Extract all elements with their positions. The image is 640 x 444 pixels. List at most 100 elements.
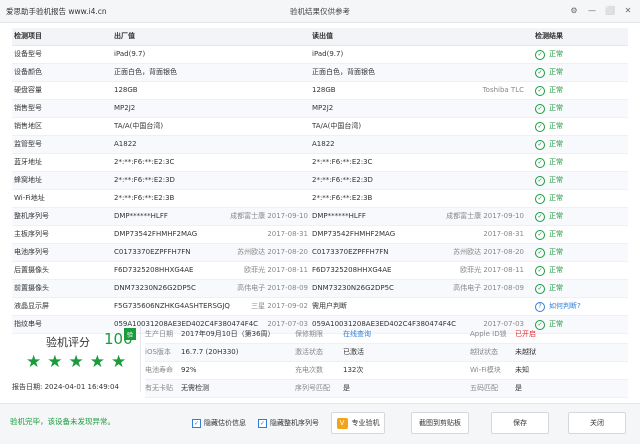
checkbox-checked-icon[interactable]: ✓ xyxy=(192,418,201,428)
row-read-note xyxy=(412,118,524,135)
row-result-text: 正常 xyxy=(549,266,563,274)
row-result: ✓ 正常 xyxy=(535,118,625,135)
row-item: 蜂窝地址 xyxy=(14,176,42,184)
info-key: 充电次数 xyxy=(295,366,323,374)
table-row: 主板序列号 DMP73542FHMHF2MAG 2017-08-31 DMP73542… xyxy=(12,226,628,244)
info-value: 16.7.7 (20H330) xyxy=(181,348,239,356)
screenshot-button[interactable]: 截图到剪贴板 xyxy=(411,412,469,434)
minimize-icon[interactable]: — xyxy=(586,4,598,16)
verified-badge: 验 xyxy=(124,328,136,340)
row-result[interactable]: ? 如何判断? xyxy=(535,298,625,315)
table-row: 蓝牙地址 2*:**:F6:**:E2:3C 2*:**:F6:**:E2:3C ✓ 正… xyxy=(12,154,628,172)
star-icon: ★ xyxy=(89,352,105,372)
info-row: 生产日期 2017年09月10日（第36周） 保修期限 在线查询 Apple ID锁 已开… xyxy=(145,326,628,344)
info-row: 有无卡贴 无需检测 序列号匹配 是 五码匹配 是 xyxy=(145,380,628,398)
row-result: ✓ 正常 xyxy=(535,136,625,153)
check-circle-icon: ✓ xyxy=(535,121,545,132)
check-circle-icon: ✓ xyxy=(535,265,545,276)
report-date-label: 报告日期: xyxy=(12,383,43,391)
table-row: 蜂窝地址 2*:**:F6:**:E2:3D 2*:**:F6:**:E2:3D ✓ 正… xyxy=(12,172,628,190)
row-item: 主板序列号 xyxy=(14,230,49,238)
row-read-note: 高伟电子 2017-08-09 xyxy=(453,284,524,292)
warranty-query-link[interactable]: 在线查询 xyxy=(343,326,371,343)
info-value: 是 xyxy=(515,384,522,392)
table-row: 设备颜色 正面白色，背面银色 正面白色，背面银色 ✓ 正常 xyxy=(12,64,628,82)
row-item: 电池序列号 xyxy=(14,248,49,256)
row-factory-note xyxy=(202,154,308,171)
row-result-text: 正常 xyxy=(549,140,563,148)
check-circle-icon: ✓ xyxy=(535,193,545,204)
hide-serial-checkbox[interactable]: ✓ 隐藏整机序列号 xyxy=(258,418,319,428)
footer-bar: 验机完毕，该设备未发现异常。 ✓ 隐藏估价信息 ✓ 隐藏整机序列号 V 专业验机… xyxy=(0,403,640,444)
row-read-note xyxy=(412,64,524,81)
row-result: ✓ 正常 xyxy=(535,190,625,207)
close-icon[interactable]: ✕ xyxy=(622,4,634,16)
table-row: 销售型号 MP2J2 MP2J2 ✓ 正常 xyxy=(12,100,628,118)
inspection-table: 检测项目 出厂值 读出值 检测结果 设备型号 iPad(9.7) iPad(9.7)… xyxy=(12,28,628,334)
info-value: 未知 xyxy=(515,366,529,374)
row-read-note xyxy=(412,136,524,153)
info-value: 无需检测 xyxy=(181,384,209,392)
row-result: ✓ 正常 xyxy=(535,262,625,279)
checkbox-checked-icon[interactable]: ✓ xyxy=(258,418,267,428)
row-read-note: 苏州欧达 2017-08-20 xyxy=(453,248,524,256)
close-button[interactable]: 关闭 xyxy=(568,412,626,434)
row-result: ✓ 正常 xyxy=(535,82,625,99)
row-result: ✓ 正常 xyxy=(535,154,625,171)
row-read-note xyxy=(412,100,524,117)
table-row: 设备型号 iPad(9.7) iPad(9.7) ✓ 正常 xyxy=(12,46,628,64)
table-row: 整机序列号 DMP******HLFF 成都富士康 2017-09-10 DMP***… xyxy=(12,208,628,226)
pro-inspection-button[interactable]: V 专业验机 xyxy=(331,412,385,434)
row-factory-note xyxy=(202,172,308,189)
gear-icon[interactable]: ⚙ xyxy=(568,4,580,16)
table-body: 设备型号 iPad(9.7) iPad(9.7) ✓ 正常 设备颜色 正面白色，背面银色 正面… xyxy=(12,46,628,334)
row-item: 液晶显示屏 xyxy=(14,302,49,310)
star-icon: ★ xyxy=(47,352,63,372)
table-row: 硬盘容量 128GB 128GB Toshiba TLC ✓ 正常 xyxy=(12,82,628,100)
row-result: ✓ 正常 xyxy=(535,208,625,225)
table-row: 液晶显示屏 F5G735606NZHKG4ASHTERSGJQ 三星 2017-09… xyxy=(12,298,628,316)
row-result-text: 正常 xyxy=(549,104,563,112)
info-key: 电池寿命 xyxy=(145,366,173,374)
check-circle-icon: ✓ xyxy=(535,103,545,114)
row-factory-note xyxy=(202,118,308,135)
row-item: 设备型号 xyxy=(14,50,42,58)
save-button[interactable]: 保存 xyxy=(491,412,549,434)
info-key: Wi-Fi模块 xyxy=(470,366,501,374)
info-key: 有无卡贴 xyxy=(145,384,173,392)
table-row: 后置摄像头 F6D7325208HHXG4AE 欧菲光 2017-08-11 F6D7… xyxy=(12,262,628,280)
help-circle-icon[interactable]: ? xyxy=(535,301,545,312)
row-result-text[interactable]: 如何判断? xyxy=(549,298,581,315)
info-key: 激活状态 xyxy=(295,348,323,356)
restore-icon[interactable]: ⬜ xyxy=(604,4,616,16)
check-circle-icon: ✓ xyxy=(535,247,545,258)
row-item: 销售地区 xyxy=(14,122,42,130)
check-circle-icon: ✓ xyxy=(535,157,545,168)
header-item: 检测项目 xyxy=(14,32,42,40)
info-value: 是 xyxy=(343,384,350,392)
info-key: 保修期限 xyxy=(295,330,323,338)
table-row: 销售地区 TA/A(中国台湾) TA/A(中国台湾) ✓ 正常 xyxy=(12,118,628,136)
table-row: 前置摄像头 DNM73230N26G2DP5C 高伟电子 2017-08-09 DNM… xyxy=(12,280,628,298)
row-item: Wi-Fi地址 xyxy=(14,194,45,202)
header-result: 检测结果 xyxy=(535,32,563,40)
info-key: iOS版本 xyxy=(145,348,171,356)
row-result-text: 正常 xyxy=(549,194,563,202)
row-read-note xyxy=(412,46,524,63)
info-key: 序列号匹配 xyxy=(295,384,330,392)
row-result: ✓ 正常 xyxy=(535,244,625,261)
row-factory-note xyxy=(202,100,308,117)
row-result-text: 正常 xyxy=(549,248,563,256)
info-key: 五码匹配 xyxy=(470,384,498,392)
title-bar: 爱思助手验机报告 www.i4.cn 验机结果仅供参考 ⚙ — ⬜ ✕ xyxy=(0,0,640,23)
star-icon: ★ xyxy=(68,352,84,372)
check-circle-icon: ✓ xyxy=(535,211,545,222)
row-factory-note: 欧菲光 2017-08-11 xyxy=(244,266,308,274)
row-factory-note: 2017-08-31 xyxy=(267,230,308,238)
row-factory-note xyxy=(202,82,308,99)
row-item: 监管型号 xyxy=(14,140,42,148)
row-result-text: 正常 xyxy=(549,122,563,130)
row-result-text: 正常 xyxy=(549,68,563,76)
hide-price-checkbox[interactable]: ✓ 隐藏估价信息 xyxy=(192,418,246,428)
info-key: Apple ID锁 xyxy=(470,330,507,338)
